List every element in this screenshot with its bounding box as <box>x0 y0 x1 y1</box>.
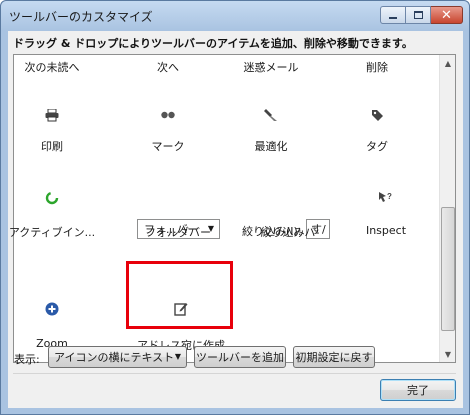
palette-item-activity[interactable]: アクティブイン... <box>2 190 102 240</box>
instruction-text: ドラッグ & ドロップによりツールバーのアイテムを追加、削除や移動できます。 <box>13 37 413 50</box>
close-icon: ✕ <box>441 7 452 23</box>
show-mode-value: アイコンの横にテキスト <box>54 351 175 364</box>
item-label: 次の未読へ <box>24 61 80 74</box>
item-label: 最適化 <box>254 140 288 153</box>
dialog-body: ドラッグ & ドロップによりツールバーのアイテムを追加、削除や移動できます。 次… <box>8 31 463 408</box>
show-mode-select[interactable]: アイコンの横にテキスト ▼ <box>48 346 187 368</box>
printer-icon <box>44 107 60 123</box>
item-label: Inspect <box>365 224 407 237</box>
show-label: 表示: <box>14 353 40 366</box>
palette-item-folder-bar[interactable]: フォルダバー <box>128 190 228 240</box>
item-label: 印刷 <box>41 140 63 153</box>
activity-icon <box>44 190 60 206</box>
item-label: アクティブイン... <box>8 226 96 239</box>
item-label: マーク <box>151 140 185 153</box>
item-label: タグ <box>366 140 388 153</box>
highlight-box <box>126 261 233 329</box>
restore-default-button[interactable]: 初期設定に戻す <box>293 346 375 368</box>
compact-icon <box>263 107 279 123</box>
scroll-thumb[interactable] <box>441 207 455 331</box>
close-button[interactable]: ✕ <box>431 6 463 24</box>
maximize-icon <box>413 11 423 19</box>
palette-item-filter-bar[interactable]: 絞り込みバ- <box>250 190 330 240</box>
svg-text:?: ? <box>387 192 392 201</box>
chevron-down-icon: ▼ <box>174 352 181 361</box>
mark-icon <box>160 107 176 123</box>
maximize-button[interactable] <box>406 6 431 24</box>
item-label: 絞り込みバ- <box>260 226 320 239</box>
item-label: 削除 <box>366 61 388 74</box>
tag-icon <box>369 107 385 123</box>
add-toolbar-button[interactable]: ツールバーを追加 <box>194 346 286 368</box>
palette-item-inspect[interactable]: ? Inspect <box>336 190 436 240</box>
scroll-up-icon[interactable]: ▲ <box>440 55 456 71</box>
minimize-button[interactable] <box>380 6 406 24</box>
inspect-icon: ? <box>378 190 394 206</box>
palette-item-zoom[interactable]: Zoom <box>2 301 102 351</box>
item-label: 次へ <box>157 61 179 74</box>
title-bar[interactable]: ツールバーのカスタマイズ ✕ <box>1 1 469 31</box>
minimize-icon <box>389 17 397 19</box>
window-title: ツールバーのカスタマイズ <box>9 10 153 24</box>
palette-item-compact[interactable]: 最適化 <box>221 105 321 155</box>
divider <box>13 373 456 374</box>
options-row: 表示: アイコンの横にテキスト ▼ ツールバーを追加 初期設定に戻す <box>8 346 463 372</box>
item-label: 迷惑メール <box>243 61 299 74</box>
palette-item-tag[interactable]: タグ <box>327 105 427 155</box>
done-button[interactable]: 完了 <box>380 379 456 401</box>
zoom-icon <box>44 301 60 317</box>
palette-item-mark[interactable]: マーク <box>118 105 218 155</box>
palette-item-print[interactable]: 印刷 <box>2 105 102 155</box>
item-label: フォルダバー <box>145 226 211 239</box>
vertical-scrollbar[interactable]: ▲ ▼ <box>439 55 455 362</box>
customize-toolbar-window: ツールバーのカスタマイズ ✕ ドラッグ & ドロップによりツールバーのアイテムを… <box>0 0 470 415</box>
toolbar-palette: 次の未読へ 次へ 迷惑メール 削除 印刷 マーク 最適化 タグ アクティブイン.… <box>9 54 456 363</box>
